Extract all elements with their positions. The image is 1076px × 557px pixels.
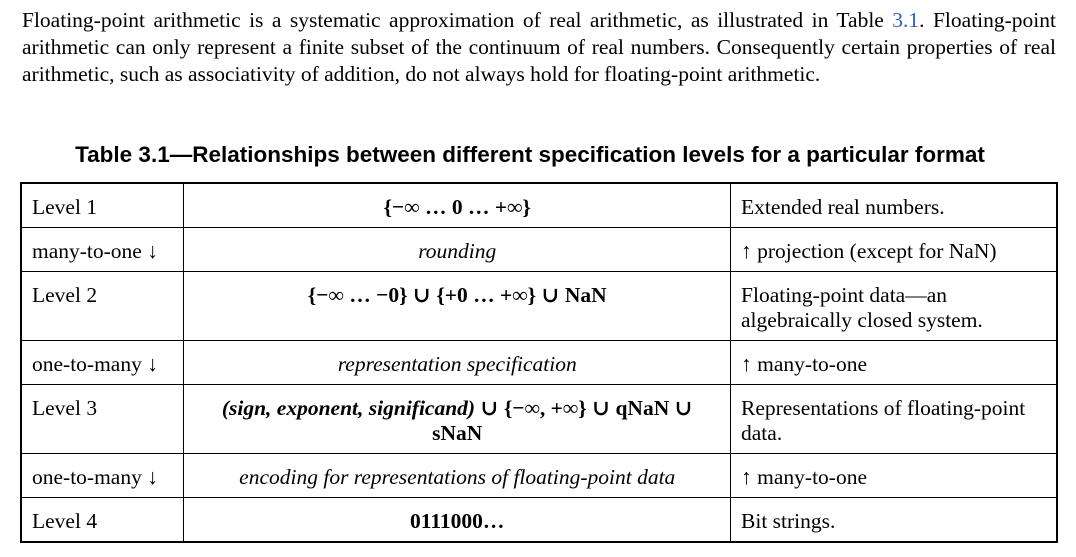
level-content: {−∞ … −0} ∪ {+0 … +∞} ∪ NaN [183, 271, 732, 341]
table-row: Level 4 0111000… Bit strings. [20, 497, 1058, 543]
table-row: Level 3 (sign, exponent, significand) ∪ … [20, 384, 1058, 454]
mapping-description: ↑ projection (except for NaN) [730, 227, 1058, 272]
paragraph-text-start: Floating-point arithmetic is a systemati… [22, 8, 893, 32]
level-label: Level 4 [20, 497, 185, 543]
mapping-description: ↑ many-to-one [730, 453, 1058, 498]
table-row: many-to-one ↓ rounding ↑ projection (exc… [20, 227, 1058, 272]
mapping-label: one-to-many ↓ [20, 340, 185, 385]
table-row: Level 2 {−∞ … −0} ∪ {+0 … +∞} ∪ NaN Floa… [20, 271, 1058, 341]
level-label: Level 2 [20, 271, 185, 341]
mapping-content: rounding [183, 227, 732, 272]
table-row: one-to-many ↓ encoding for representatio… [20, 453, 1058, 498]
level-label: Level 3 [20, 384, 185, 454]
specification-levels-table: Level 1 {−∞ … 0 … +∞} Extended real numb… [20, 182, 1058, 543]
mapping-content: encoding for representations of floating… [183, 453, 732, 498]
level-description: Extended real numbers. [730, 182, 1058, 228]
level-description: Representations of floating-point data. [730, 384, 1058, 454]
mapping-content: representation specification [183, 340, 732, 385]
level-description: Floating-point data—an algebraically clo… [730, 271, 1058, 341]
mapping-label: many-to-one ↓ [20, 227, 185, 272]
level-description: Bit strings. [730, 497, 1058, 543]
mapping-description: ↑ many-to-one [730, 340, 1058, 385]
level-content-italic: (sign, exponent, significand) [221, 396, 476, 420]
table-row: one-to-many ↓ representation specificati… [20, 340, 1058, 385]
level-content: {−∞ … 0 … +∞} [183, 182, 732, 228]
table-caption: Table 3.1—Relationships between differen… [75, 142, 985, 167]
mapping-label: one-to-many ↓ [20, 453, 185, 498]
level-content: (sign, exponent, significand) ∪ {−∞, +∞}… [183, 384, 732, 454]
table-row: Level 1 {−∞ … 0 … +∞} Extended real numb… [20, 182, 1058, 228]
intro-paragraph: Floating-point arithmetic is a systemati… [22, 7, 1056, 88]
table-reference-link[interactable]: 3.1 [892, 8, 919, 32]
level-label: Level 1 [20, 182, 185, 228]
level-content: 0111000… [183, 497, 732, 543]
